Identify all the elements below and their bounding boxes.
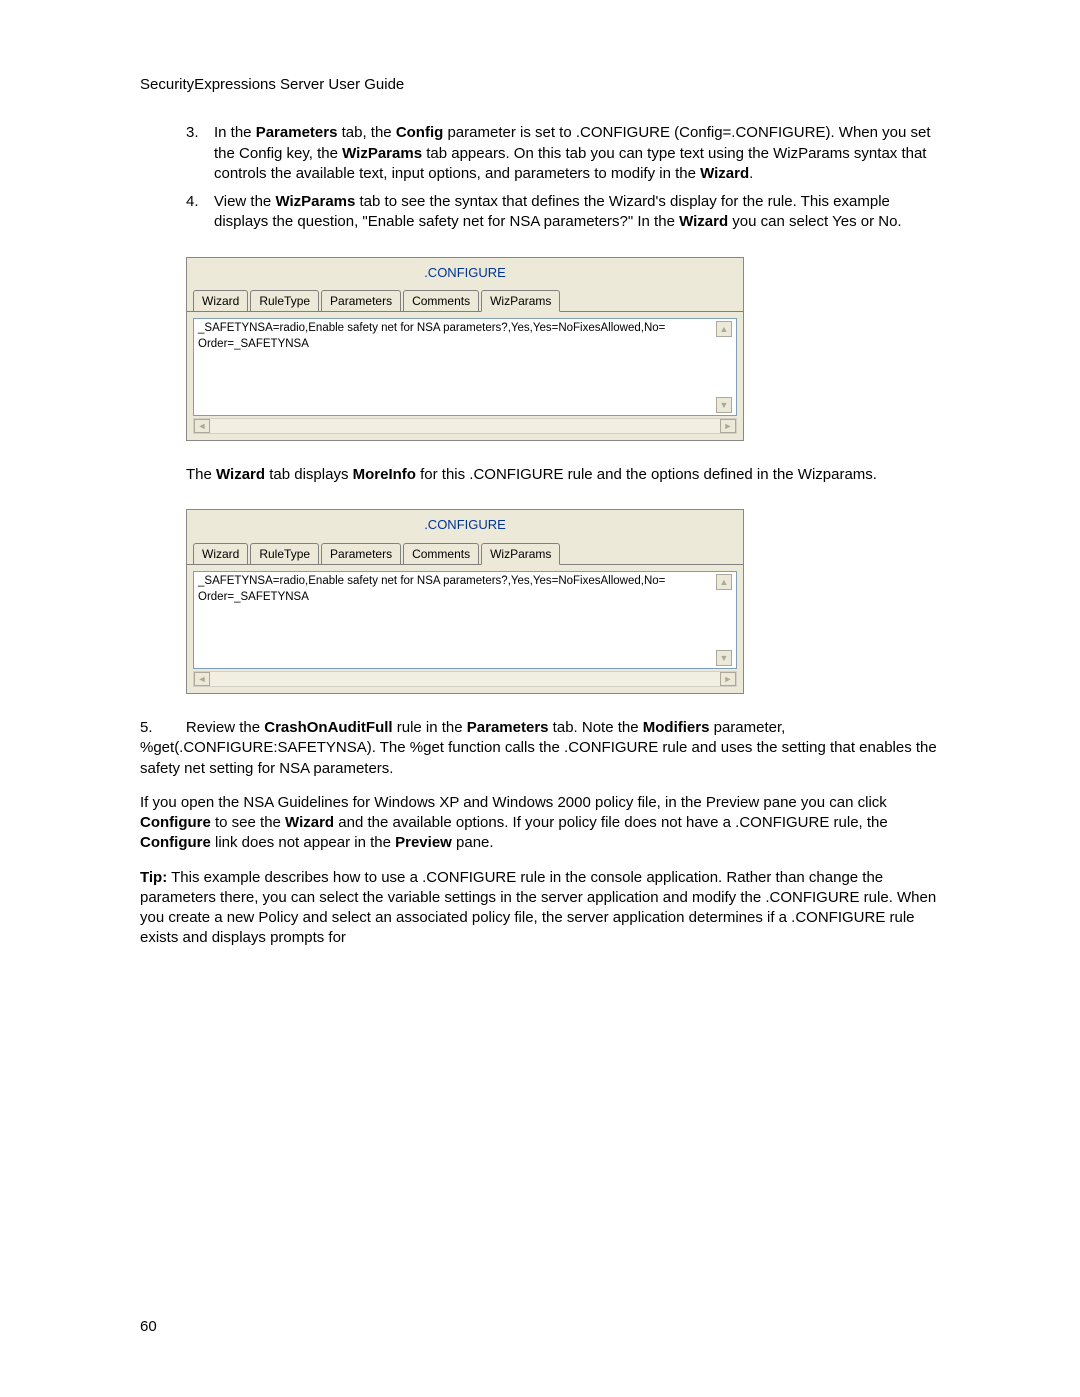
doc-header: SecurityExpressions Server User Guide [140,75,940,95]
list-body: View the WizParams tab to see the syntax… [214,192,940,233]
t-bold: WizParams [275,193,355,210]
t: View the [214,193,275,210]
panel-title: .CONFIGURE [187,510,743,539]
scroll-up-icon[interactable]: ▲ [716,574,732,590]
t-bold: CrashOnAuditFull [264,719,392,736]
page-number: 60 [140,1317,157,1337]
t: for this .CONFIGURE rule and the options… [416,466,877,483]
t-bold: WizParams [342,145,422,162]
scroll-left-icon[interactable]: ◄ [194,672,210,686]
textarea-content: _SAFETYNSA=radio,Enable safety net for N… [198,574,712,666]
tab-row: Wizard RuleType Parameters Comments WizP… [187,539,743,565]
vertical-scrollbar[interactable]: ▲ ▼ [716,574,732,666]
tab-ruletype[interactable]: RuleType [250,543,319,564]
t-bold: Modifiers [643,719,710,736]
t: pane. [452,834,494,851]
list-item-5: 5. Review the CrashOnAuditFull rule in t… [140,718,940,779]
t: to see the [211,814,285,831]
t-bold: MoreInfo [353,466,416,483]
t: In the [214,124,256,141]
tab-comments[interactable]: Comments [403,290,479,311]
t: This example describes how to use a .CON… [140,869,936,947]
tab-row: Wizard RuleType Parameters Comments WizP… [187,286,743,312]
panel-body: _SAFETYNSA=radio,Enable safety net for N… [187,312,743,440]
t-bold: Configure [140,814,211,831]
t-bold: Config [396,124,443,141]
wizparams-textarea[interactable]: _SAFETYNSA=radio,Enable safety net for N… [193,571,737,669]
t: If you open the NSA Guidelines for Windo… [140,794,887,811]
t: tab. Note the [549,719,643,736]
scroll-up-icon[interactable]: ▲ [716,321,732,337]
panel-body: _SAFETYNSA=radio,Enable safety net for N… [187,565,743,693]
horizontal-scrollbar[interactable]: ◄ ► [193,418,737,434]
t: Review the [186,719,264,736]
scroll-left-icon[interactable]: ◄ [194,419,210,433]
t: link does not appear in the [211,834,395,851]
scroll-right-icon[interactable]: ► [720,672,736,686]
t-bold: Parameters [256,124,338,141]
paragraph-preview: If you open the NSA Guidelines for Windo… [140,793,940,854]
tab-parameters[interactable]: Parameters [321,543,401,564]
t-bold: Wizard [285,814,334,831]
t-bold: Preview [395,834,452,851]
textarea-content: _SAFETYNSA=radio,Enable safety net for N… [198,321,712,413]
t: tab, the [337,124,395,141]
t: you can select Yes or No. [728,213,901,230]
scroll-down-icon[interactable]: ▼ [716,650,732,666]
tab-comments[interactable]: Comments [403,543,479,564]
list-number: 5. [140,719,153,736]
t: and the available options. If your polic… [334,814,888,831]
configure-panel-2: .CONFIGURE Wizard RuleType Parameters Co… [186,509,744,694]
panel-title: .CONFIGURE [187,258,743,287]
tab-wizparams[interactable]: WizParams [481,290,560,312]
scroll-down-icon[interactable]: ▼ [716,397,732,413]
list-number: 4. [186,192,214,233]
tab-wizard[interactable]: Wizard [193,290,248,311]
t-bold: Wizard [679,213,728,230]
tab-parameters[interactable]: Parameters [321,290,401,311]
list-item-3: 3. In the Parameters tab, the Config par… [140,123,940,184]
t-bold: Wizard [216,466,265,483]
list-item-4: 4. View the WizParams tab to see the syn… [140,192,940,233]
t: tab displays [265,466,353,483]
horizontal-scrollbar[interactable]: ◄ ► [193,671,737,687]
t-bold: Wizard [700,165,749,182]
tab-ruletype[interactable]: RuleType [250,290,319,311]
wizparams-textarea[interactable]: _SAFETYNSA=radio,Enable safety net for N… [193,318,737,416]
paragraph-tip: Tip: This example describes how to use a… [140,868,940,949]
t: . [749,165,753,182]
tab-wizard[interactable]: Wizard [193,543,248,564]
tab-wizparams[interactable]: WizParams [481,543,560,565]
scroll-right-icon[interactable]: ► [720,419,736,433]
paragraph-wizard-tab: The Wizard tab displays MoreInfo for thi… [186,465,940,485]
t-bold: Parameters [467,719,549,736]
list-number: 3. [186,123,214,184]
list-body: In the Parameters tab, the Config parame… [214,123,940,184]
t: rule in the [393,719,467,736]
t-bold: Configure [140,834,211,851]
vertical-scrollbar[interactable]: ▲ ▼ [716,321,732,413]
t-bold: Tip: [140,869,167,886]
t: The [186,466,216,483]
configure-panel-1: .CONFIGURE Wizard RuleType Parameters Co… [186,257,744,442]
